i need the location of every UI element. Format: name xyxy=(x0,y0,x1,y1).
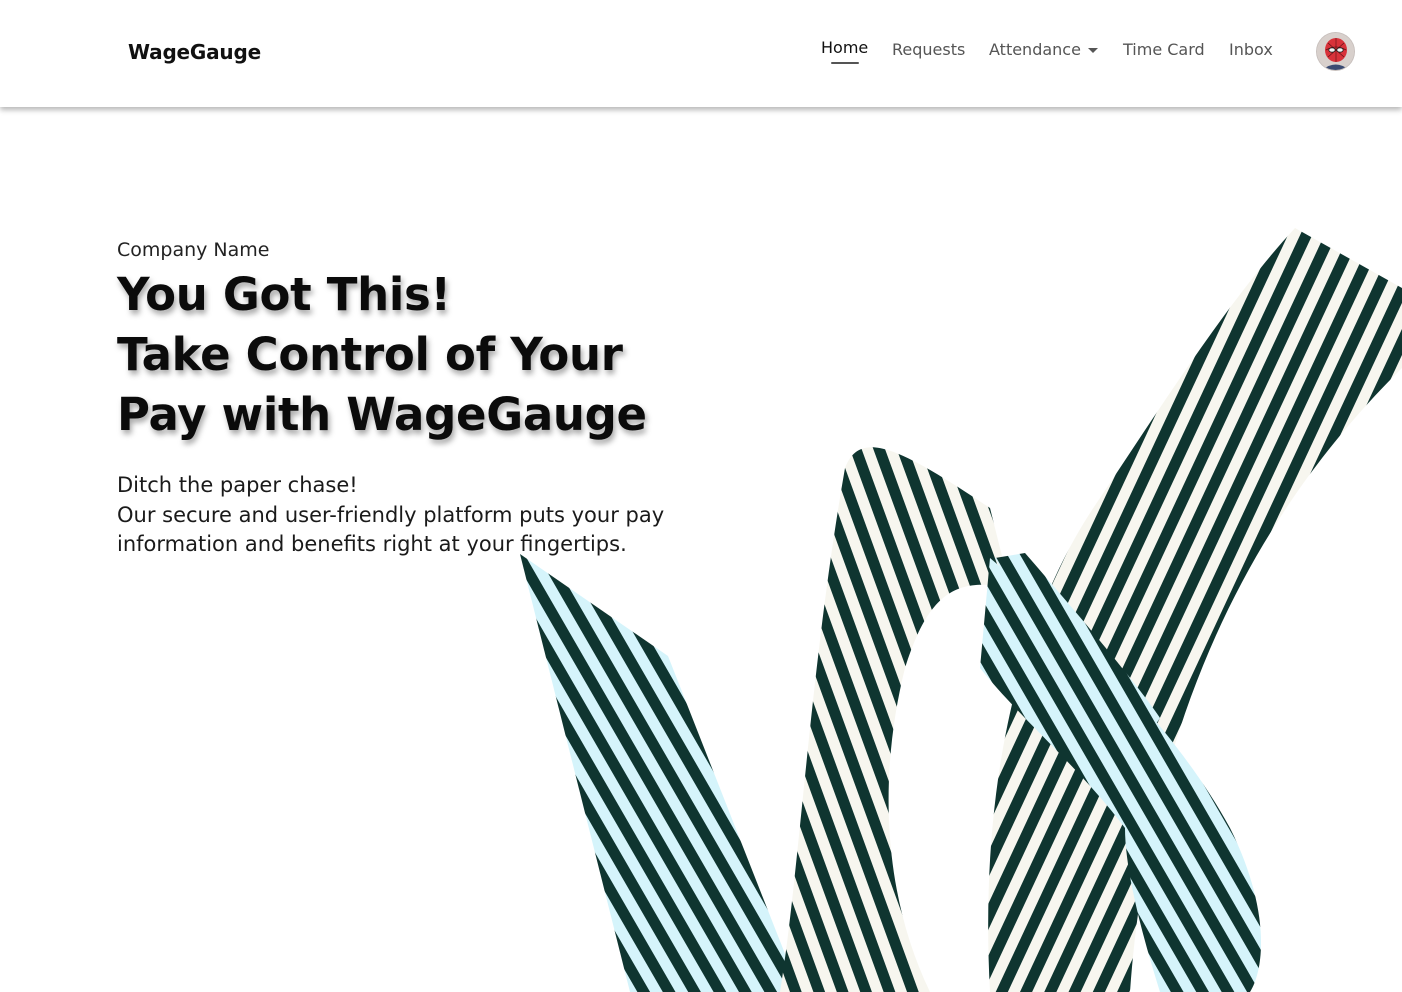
active-indicator xyxy=(831,62,859,64)
user-avatar-icon xyxy=(1317,33,1354,70)
chevron-down-icon xyxy=(1087,48,1098,53)
headline-line-3: Pay with WageGauge xyxy=(117,388,647,441)
nav-time-card-label: Time Card xyxy=(1123,40,1205,59)
hero-section: Company Name You Got This! Take Control … xyxy=(0,108,1402,992)
nav-requests-label: Requests xyxy=(892,40,966,59)
headline-line-2: Take Control of Your xyxy=(117,328,623,381)
company-name: Company Name xyxy=(117,239,270,261)
subcopy-line-2: Our secure and user-friendly platform pu… xyxy=(117,502,665,527)
hero-text: Company Name You Got This! Take Control … xyxy=(117,238,664,560)
nav-requests[interactable]: Requests xyxy=(892,40,965,59)
nav-attendance[interactable]: Attendance xyxy=(989,40,1098,59)
top-navbar: WageGauge Home Requests Attendance Time … xyxy=(0,0,1402,107)
nav-inbox[interactable]: Inbox xyxy=(1229,40,1273,59)
nav-home-label: Home xyxy=(821,38,869,57)
nav-time-card[interactable]: Time Card xyxy=(1123,40,1205,59)
headline-line-1: You Got This! xyxy=(117,268,451,321)
hero-subcopy: Ditch the paper chase! Our secure and us… xyxy=(117,471,664,560)
user-avatar[interactable] xyxy=(1317,33,1354,70)
nav-attendance-label: Attendance xyxy=(989,40,1081,59)
nav-inbox-label: Inbox xyxy=(1229,40,1273,59)
brand-logo[interactable]: WageGauge xyxy=(128,40,261,64)
subcopy-line-3: information and benefits right at your f… xyxy=(117,532,627,556)
nav-home[interactable]: Home xyxy=(821,38,869,64)
subcopy-line-1: Ditch the paper chase! xyxy=(117,473,358,497)
hero-headline: You Got This! Take Control of Your Pay w… xyxy=(117,265,664,445)
